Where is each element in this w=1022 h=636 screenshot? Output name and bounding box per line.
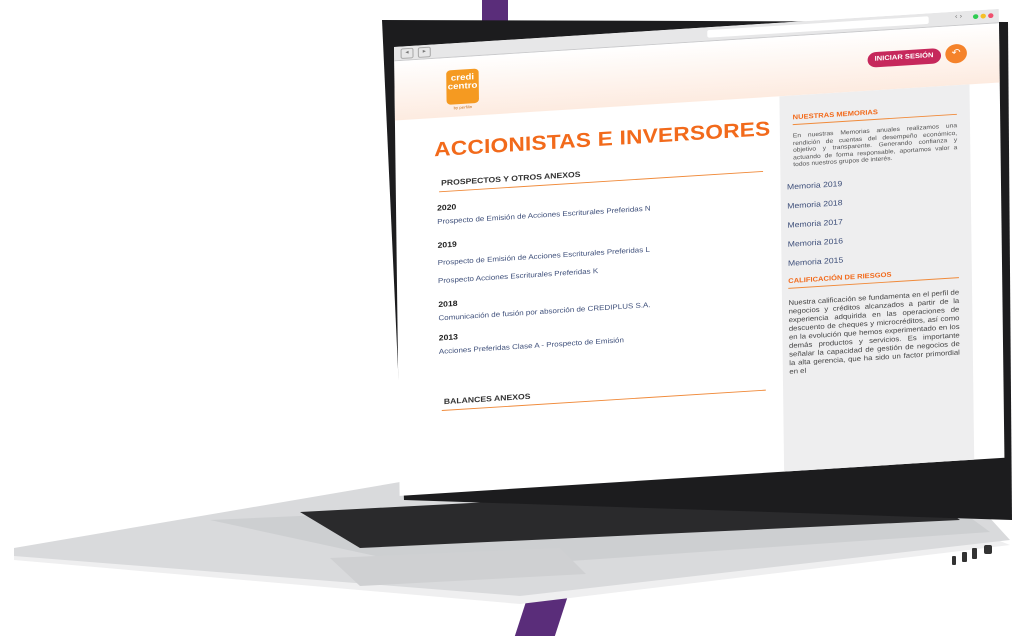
login-button[interactable]: INICIAR SESIÓN: [866, 47, 942, 68]
tab-arrows[interactable]: ‹ ›: [955, 13, 962, 20]
close-dot-icon[interactable]: [988, 13, 994, 19]
memoria-link[interactable]: Memoria 2016: [788, 228, 972, 248]
page-content: ACCIONISTAS E INVERSORES PROSPECTOS Y OT…: [395, 82, 1005, 495]
back-icon[interactable]: ↶: [945, 43, 968, 64]
browser-nav: ◂ ▸: [400, 46, 431, 60]
back-arrow-icon[interactable]: ◂: [400, 47, 414, 60]
sidebar: NUESTRAS MEMORIAS En nuestras Memorias a…: [779, 84, 975, 473]
memoria-link[interactable]: Memoria 2015: [788, 247, 972, 267]
memorias-description: En nuestras Memorias anuales realizamos …: [792, 122, 958, 169]
memoria-link[interactable]: Memoria 2018: [787, 190, 971, 210]
memorias-list: Memoria 2019 Memoria 2018 Memoria 2017 M…: [780, 171, 971, 268]
laptop-screen: ◂ ▸ ‹ › credi centro by perfilin INICIAR…: [394, 8, 1005, 496]
logo-subtext: by perfilin: [453, 104, 473, 111]
main-column: ACCIONISTAS E INVERSORES PROSPECTOS Y OT…: [427, 97, 776, 412]
forward-arrow-icon[interactable]: ▸: [417, 46, 431, 58]
memoria-link[interactable]: Memoria 2017: [787, 209, 971, 229]
riesgos-description: Nuestra calificación se fundamenta en el…: [788, 287, 960, 376]
page-title: ACCIONISTAS E INVERSORES: [434, 117, 771, 162]
credicentro-logo[interactable]: credi centro: [446, 68, 480, 105]
minimize-dot-icon[interactable]: [980, 13, 986, 19]
window-controls: [972, 13, 994, 20]
maximize-dot-icon[interactable]: [972, 14, 979, 20]
memoria-link[interactable]: Memoria 2019: [787, 171, 971, 191]
